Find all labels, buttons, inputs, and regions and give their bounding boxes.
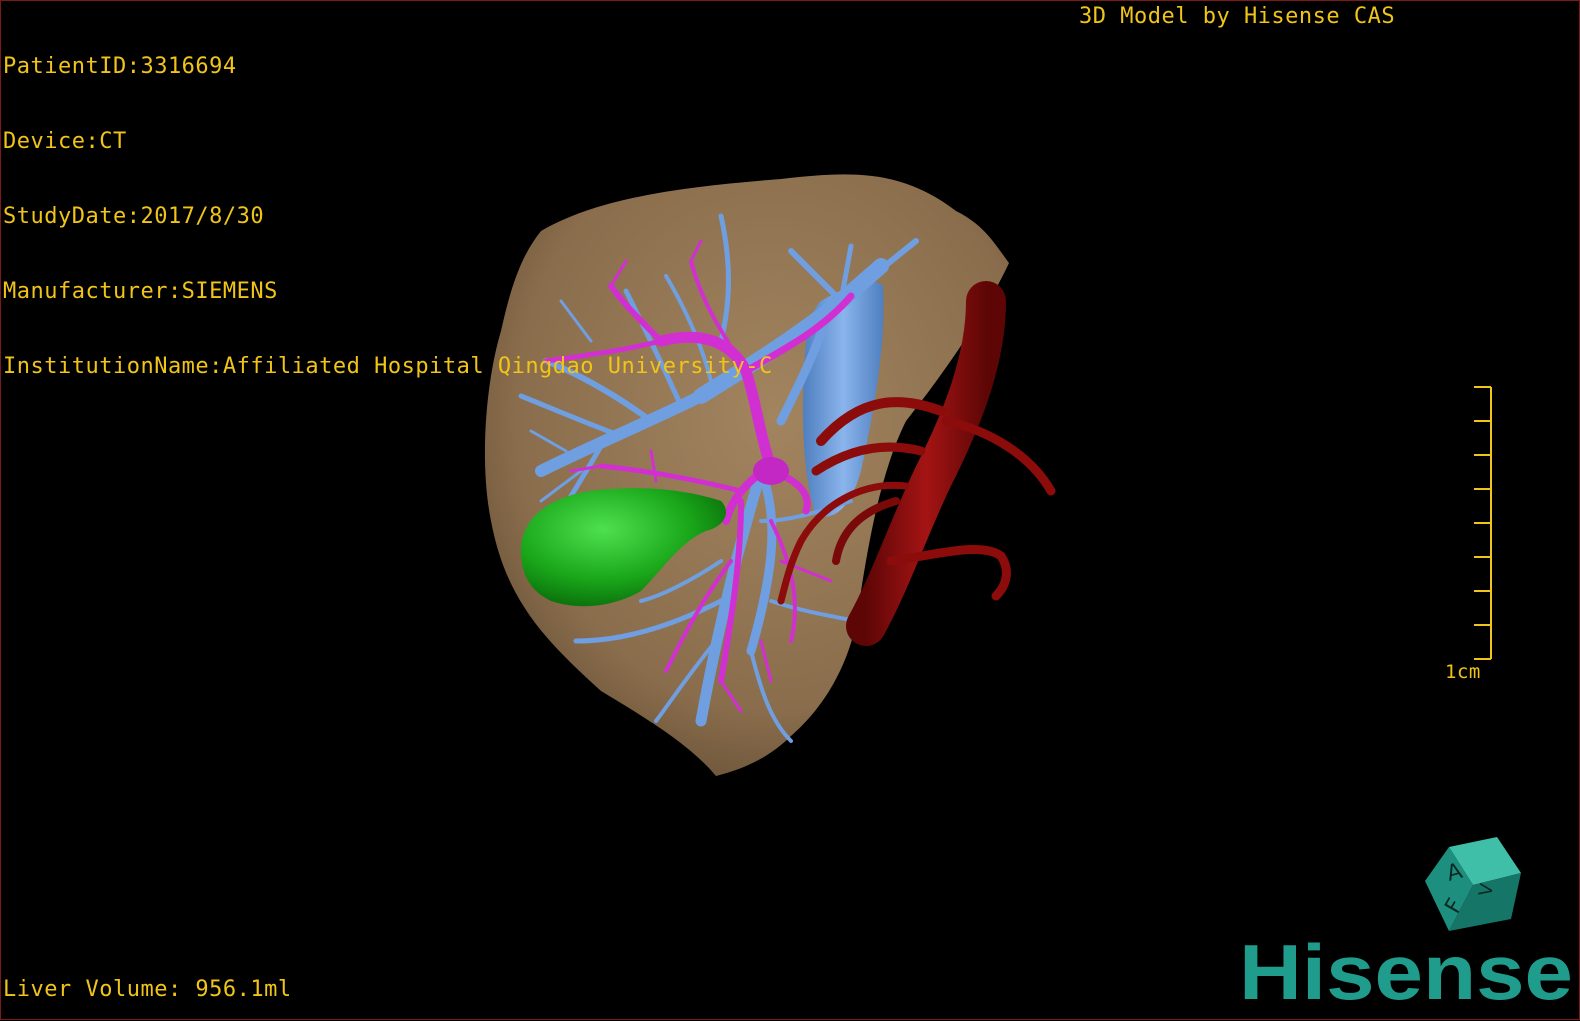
scale-label: 1cm [1445, 661, 1481, 683]
hisense-logo-text: Hisense [1239, 931, 1573, 1009]
study-info: PatientID:3316694 Device:CT StudyDate:20… [3, 4, 773, 429]
patient-id: PatientID:3316694 [3, 54, 237, 79]
model-credit: 3D Model by Hisense CAS [1079, 4, 1396, 29]
institution-name: InstitutionName:Affiliated Hospital Qing… [3, 354, 773, 379]
bile-duct-confluence [753, 457, 789, 485]
scale-bar [1474, 386, 1492, 660]
study-date: StudyDate:2017/8/30 [3, 204, 265, 229]
hisense-logo: Hisense [1239, 931, 1573, 1009]
liver-volume: Liver Volume: 956.1ml [3, 977, 292, 1002]
orientation-cube[interactable]: A F V [1419, 835, 1525, 939]
3d-viewport[interactable]: PatientID:3316694 Device:CT StudyDate:20… [0, 0, 1580, 1020]
device: Device:CT [3, 129, 127, 154]
manufacturer: Manufacturer:SIEMENS [3, 279, 278, 304]
